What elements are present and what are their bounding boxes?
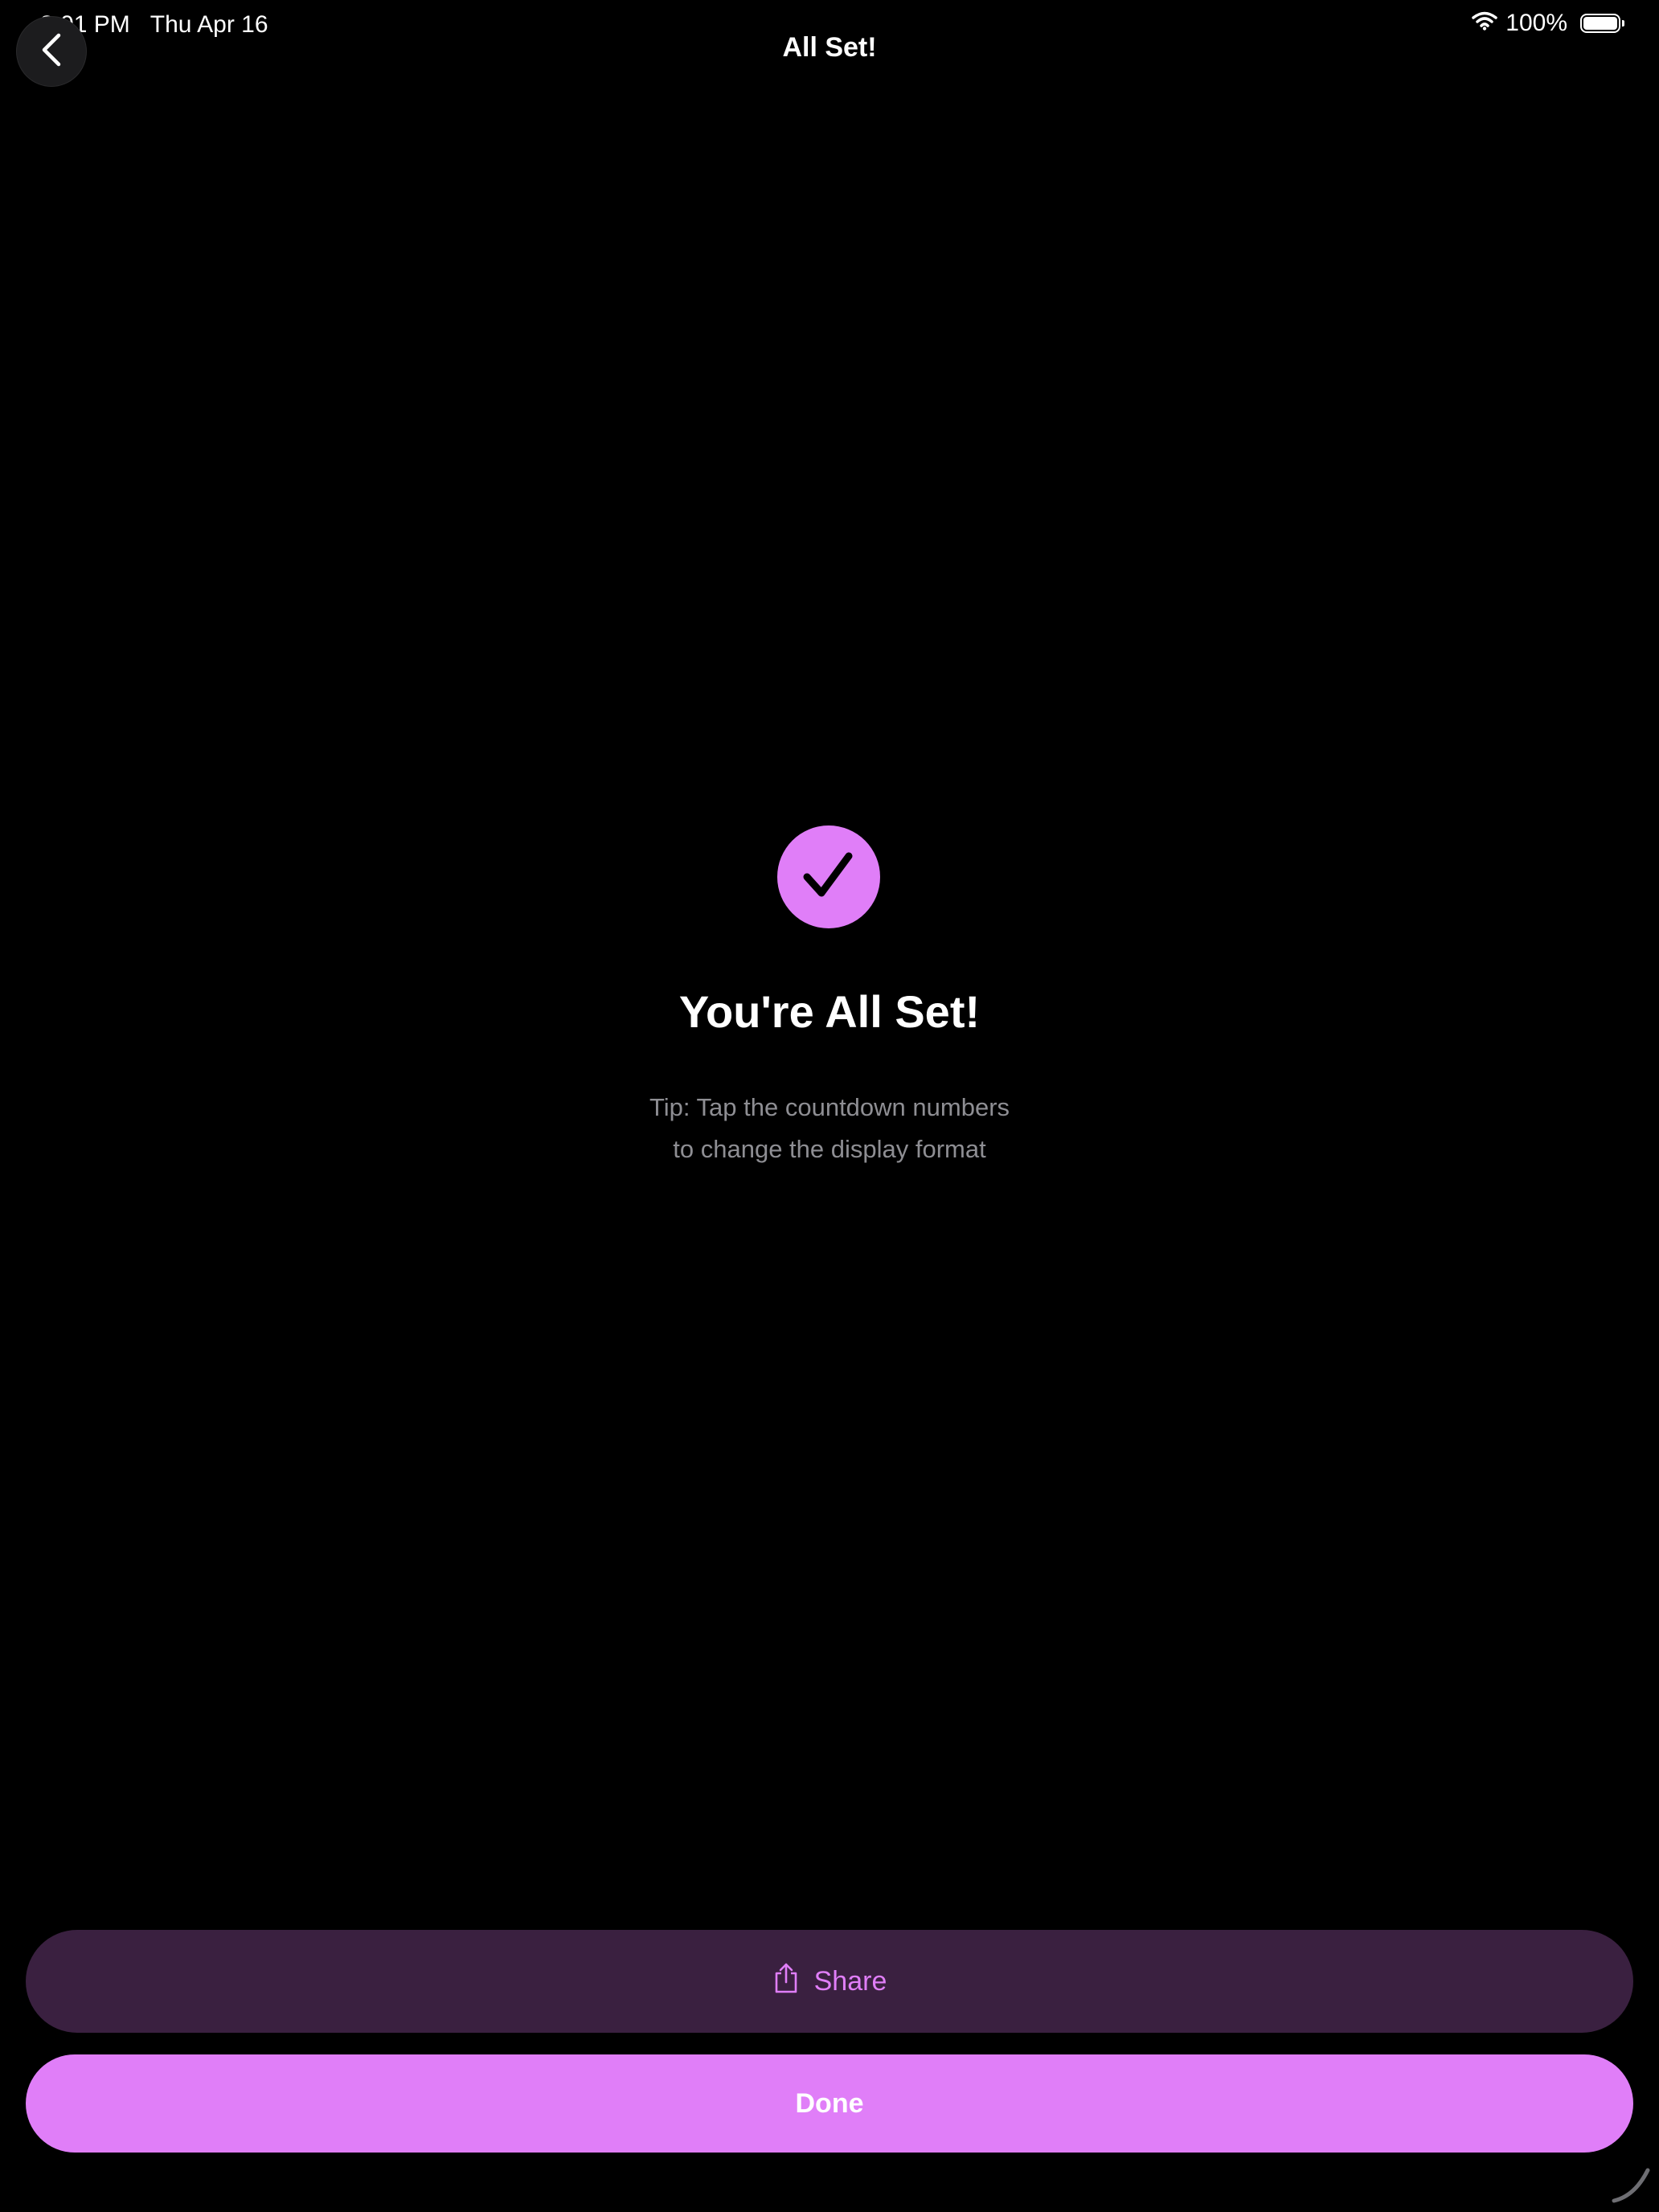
tip-text: Tip: Tap the countdown numbers to change…	[0, 1087, 1659, 1170]
tip-line-1: Tip: Tap the countdown numbers	[649, 1093, 1010, 1121]
share-icon	[772, 1962, 800, 2001]
tip-line-2: to change the display format	[673, 1135, 986, 1163]
share-button[interactable]: Share	[26, 1930, 1633, 2033]
share-label: Share	[813, 1965, 887, 1997]
resize-handle[interactable]	[1611, 2164, 1651, 2204]
done-label: Done	[795, 2087, 864, 2119]
headline: You're All Set!	[678, 986, 981, 1037]
done-button[interactable]: Done	[26, 2054, 1633, 2153]
battery-icon	[1580, 14, 1624, 33]
success-badge	[777, 825, 880, 928]
nav-title: All Set!	[782, 32, 877, 63]
checkmark-icon	[802, 851, 855, 903]
